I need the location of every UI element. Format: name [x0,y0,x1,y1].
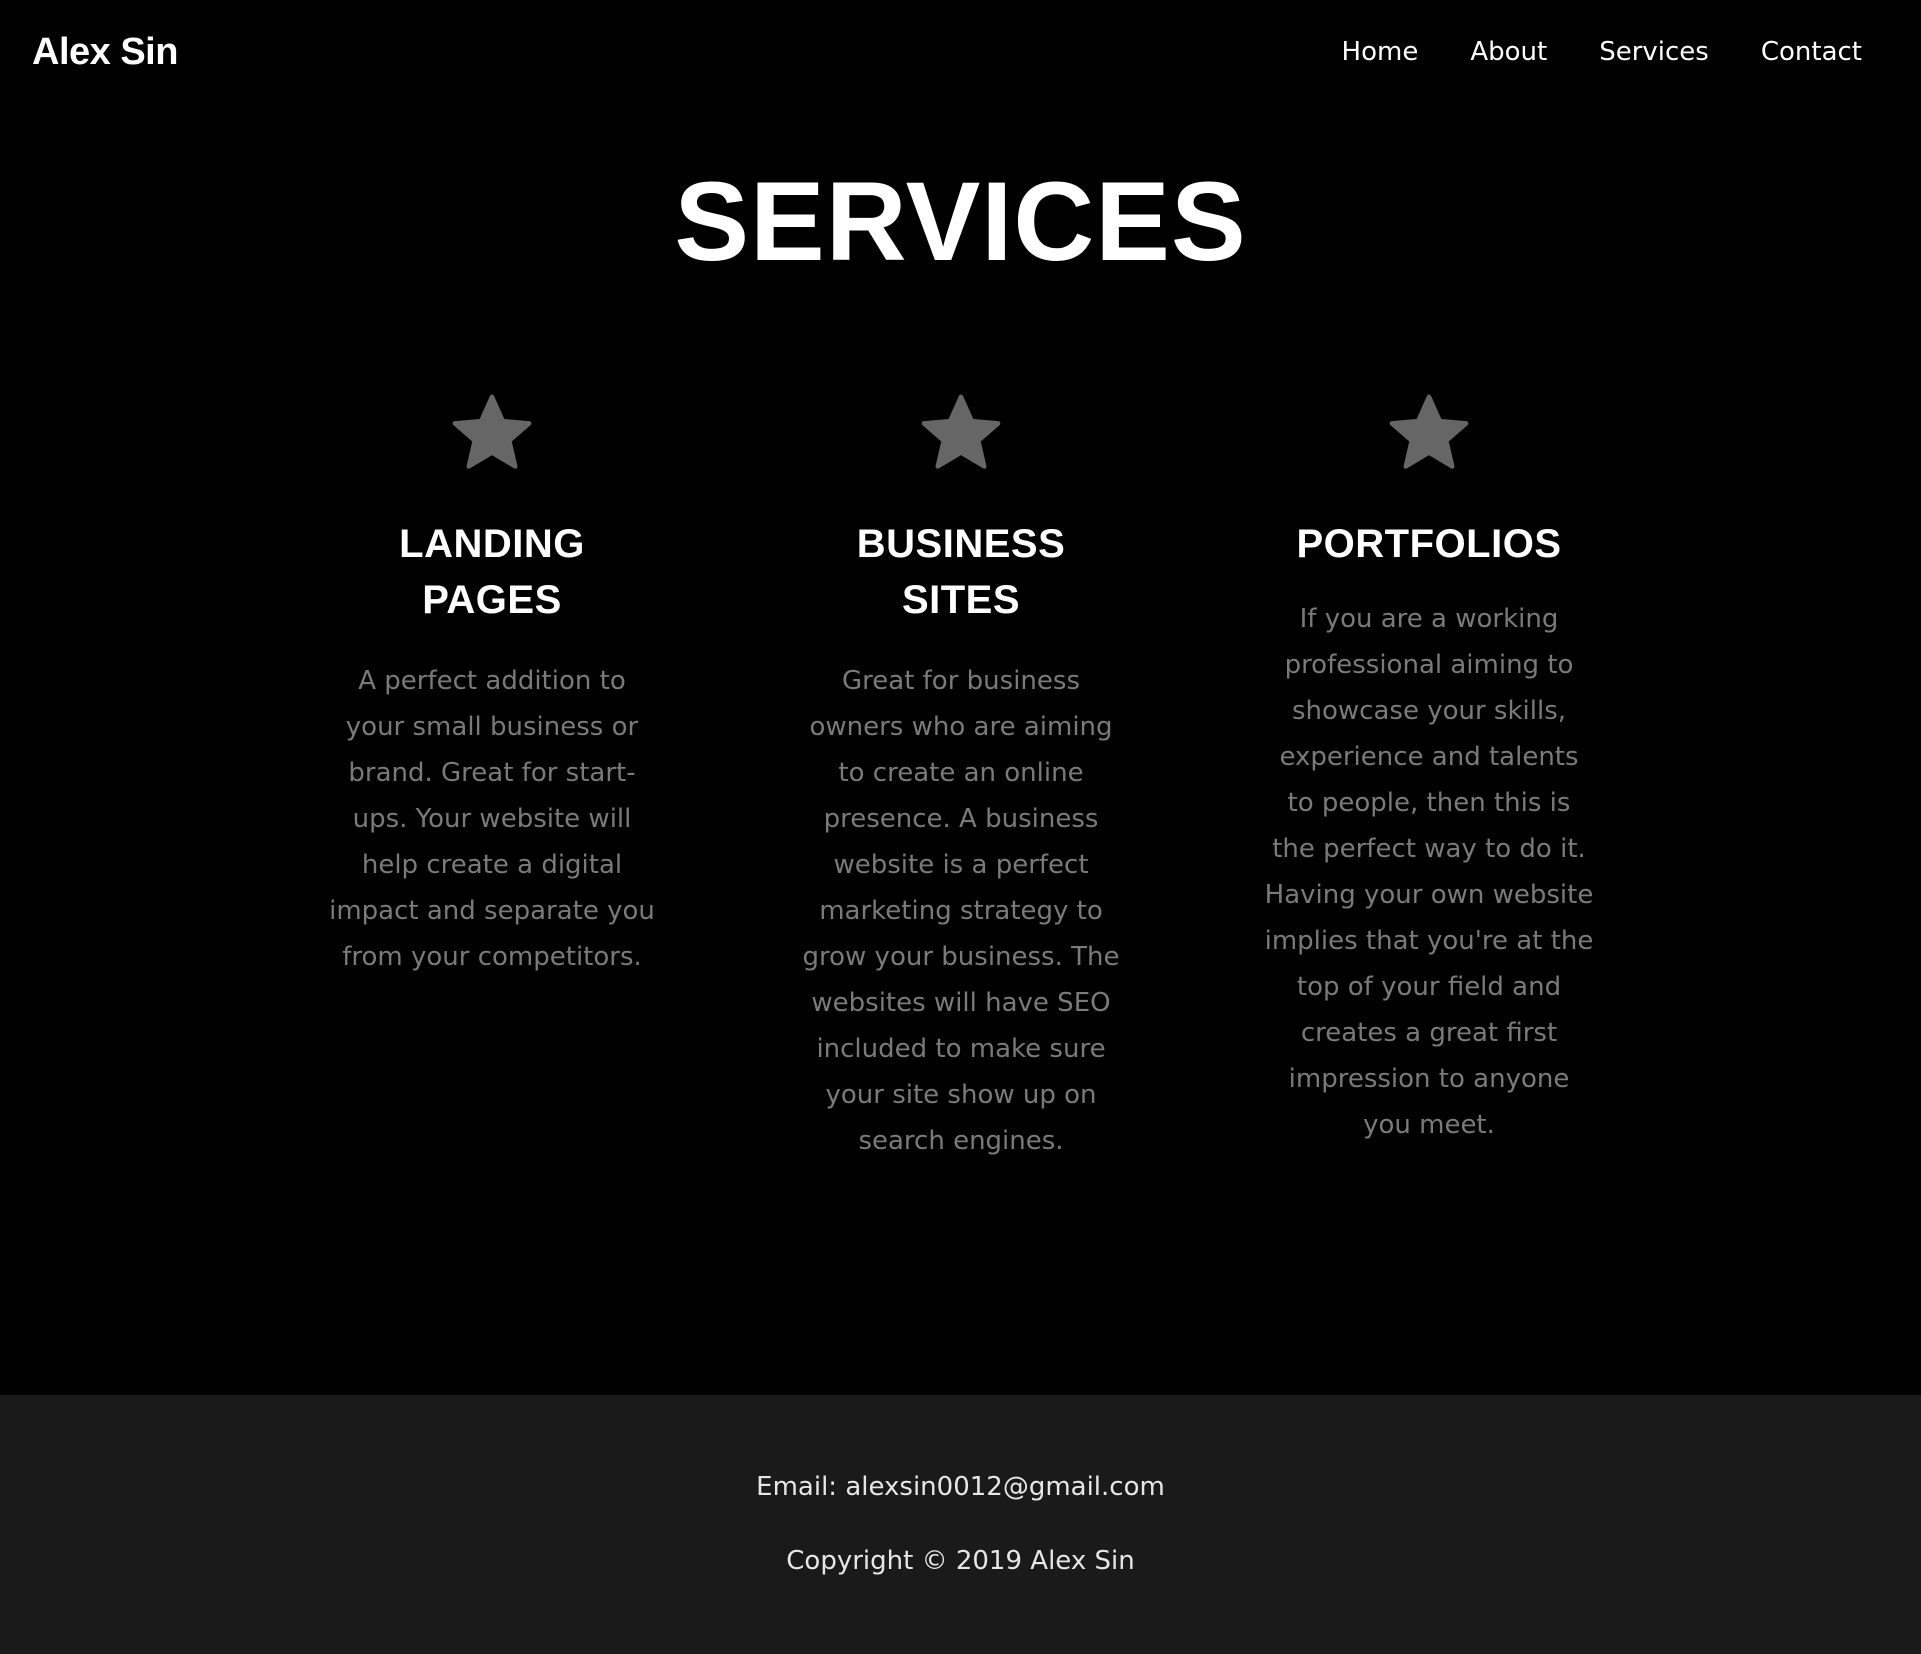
top-navigation: Alex Sin Home About Services Contact [0,0,1921,104]
nav-link-services[interactable]: Services [1599,34,1709,70]
footer-email: Email: alexsin0012@gmail.com [756,1472,1165,1502]
services-section: LANDING PAGES A perfect addition to your… [0,390,1921,1190]
service-description: Great for business owners who are aiming… [802,666,1120,1156]
nav-link-home[interactable]: Home [1342,34,1419,70]
service-title: BUSINESS SITES [856,522,1066,622]
brand-logo-link[interactable]: Alex Sin [32,28,178,76]
service-description: If you are a working professional aiming… [1264,604,1594,1140]
nav-link-contact[interactable]: Contact [1761,34,1862,70]
nav-link-about[interactable]: About [1470,34,1547,70]
service-title: LANDING PAGES [399,522,585,622]
star-icon [1389,394,1469,469]
star-icon [921,394,1001,469]
service-title: PORTFOLIOS [1296,522,1562,566]
service-card-landing-pages: LANDING PAGES A perfect addition to your… [327,390,657,980]
page-title: SERVICES [674,159,1247,284]
nav-links: Home About Services Contact [1290,34,1862,70]
service-card-portfolios: PORTFOLIOS If you are a working professi… [1264,390,1594,1148]
service-description: A perfect addition to your small busines… [329,666,655,972]
service-card-business-sites: BUSINESS SITES Great for business owners… [796,390,1126,1164]
site-footer: Email: alexsin0012@gmail.com Copyright ©… [0,1395,1921,1654]
footer-copyright: Copyright © 2019 Alex Sin [786,1546,1135,1576]
star-icon [452,394,532,469]
